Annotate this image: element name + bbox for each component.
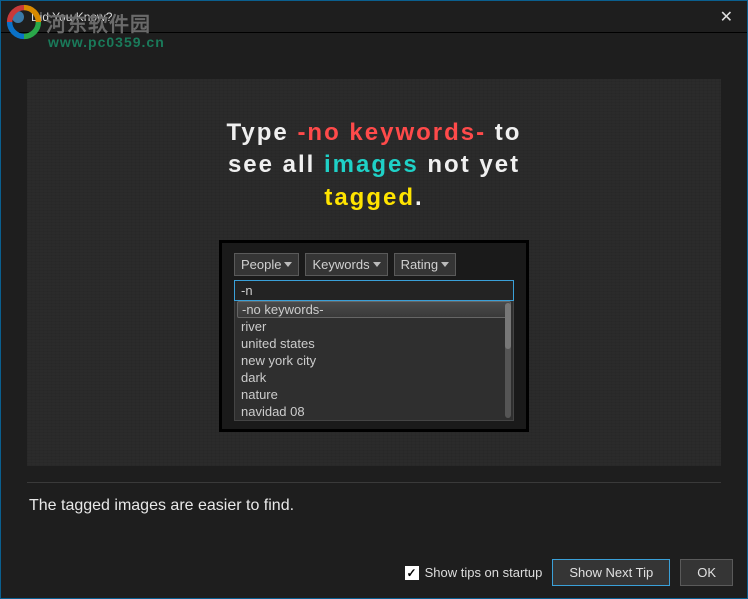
dialog-window: Did You Know? ✕ Type -no keywords- tosee…: [0, 0, 748, 599]
rating-filter-button[interactable]: Rating: [394, 253, 457, 276]
people-filter-button[interactable]: People: [234, 253, 299, 276]
chevron-down-icon: [284, 262, 292, 267]
tip-headline: Type -no keywords- tosee all images not …: [227, 117, 522, 214]
dropdown-item[interactable]: united states: [235, 335, 513, 352]
chevron-down-icon: [441, 262, 449, 267]
dropdown-item[interactable]: navidad 08: [235, 403, 513, 420]
chevron-down-icon: [373, 262, 381, 267]
tip-caption: The tagged images are easier to find.: [27, 495, 721, 531]
keywords-dropdown[interactable]: -no keywords-riverunited statesnew york …: [234, 301, 514, 421]
dropdown-item[interactable]: new york city: [235, 352, 513, 369]
rating-filter-label: Rating: [401, 257, 439, 272]
people-filter-label: People: [241, 257, 281, 272]
keywords-filter-label: Keywords: [312, 257, 369, 272]
show-tips-checkbox[interactable]: ✓ Show tips on startup: [405, 565, 543, 580]
close-button[interactable]: ✕: [714, 7, 739, 27]
checkbox-icon: ✓: [405, 566, 419, 580]
app-icon: [11, 10, 25, 24]
window-title: Did You Know?: [31, 10, 112, 24]
filter-demo: People Keywords Rating -n -no keyword: [219, 240, 529, 432]
tip-panel: Type -no keywords- tosee all images not …: [27, 79, 721, 466]
dropdown-item[interactable]: -no keywords-: [237, 301, 511, 318]
titlebar: Did You Know? ✕: [1, 1, 747, 33]
ok-button[interactable]: OK: [680, 559, 733, 586]
scrollbar[interactable]: [505, 303, 511, 418]
divider: [27, 482, 721, 483]
keywords-filter-button[interactable]: Keywords: [305, 253, 387, 276]
dropdown-item[interactable]: nature: [235, 386, 513, 403]
dropdown-item[interactable]: river: [235, 318, 513, 335]
show-tips-label: Show tips on startup: [425, 565, 543, 580]
dialog-footer: ✓ Show tips on startup Show Next Tip OK: [1, 551, 747, 598]
dropdown-item[interactable]: dark: [235, 369, 513, 386]
show-next-tip-button[interactable]: Show Next Tip: [552, 559, 670, 586]
search-input[interactable]: -n: [234, 280, 514, 301]
